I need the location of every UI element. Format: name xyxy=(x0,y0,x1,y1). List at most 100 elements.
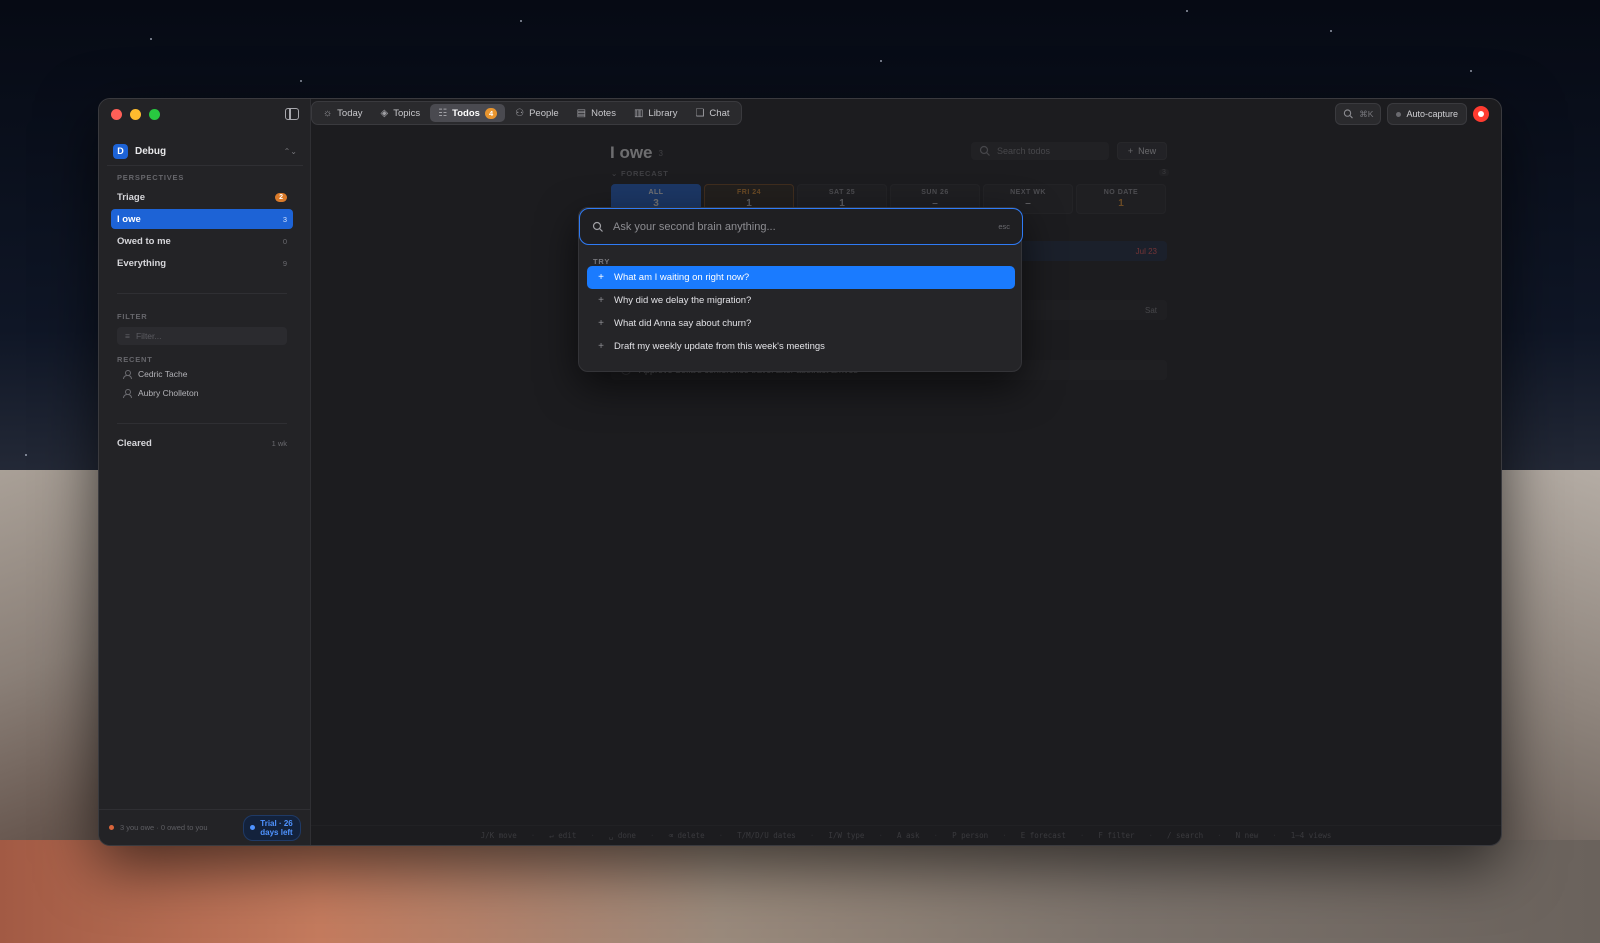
sidebar-item-triage[interactable]: Triage 2 xyxy=(111,187,293,207)
forecast-cell-label: SUN 26 xyxy=(921,189,949,196)
separator: · xyxy=(933,831,939,840)
autocapture-label: Auto-capture xyxy=(1406,109,1458,119)
suggestion-label: What did Anna say about churn? xyxy=(614,318,752,329)
suggestion-label: Why did we delay the migration? xyxy=(614,295,752,306)
library-icon: ▥ xyxy=(633,107,644,119)
sidebar-item-i-owe[interactable]: I owe 3 xyxy=(111,209,293,229)
forecast-toggle[interactable]: ⌄ FORECAST xyxy=(611,169,669,178)
tab-notes[interactable]: ▤ Notes xyxy=(569,104,624,122)
sparkle-icon: + xyxy=(598,318,604,329)
forecast-cell-value: 1 xyxy=(1118,198,1124,209)
recent-item-label: Cedric Tache xyxy=(138,369,188,379)
recent-item-label: Aubry Cholleton xyxy=(138,388,199,398)
shortcut-hint: ⌫ delete xyxy=(668,831,705,840)
shortcut-hint: E forecast xyxy=(1020,831,1066,840)
search-icon xyxy=(592,221,603,232)
top-nav: ☼ Today ◈ Topics ☷ Todos 4 ⚇ People ▤ No… xyxy=(311,101,742,125)
top-right-controls: ⌘K Auto-capture xyxy=(1335,103,1489,125)
shortcut-hint: A ask xyxy=(896,831,920,840)
sidebar-toggle-icon[interactable] xyxy=(285,108,299,120)
forecast-cell-label: NEXT WK xyxy=(1010,189,1046,196)
tab-today[interactable]: ☼ Today xyxy=(315,104,371,122)
minimize-window-button[interactable] xyxy=(130,109,141,120)
suggestion-item[interactable]: + What did Anna say about churn? xyxy=(587,312,1015,335)
layers-icon: ◈ xyxy=(380,107,389,119)
tab-label: Library xyxy=(648,107,678,119)
recent-item[interactable]: Aubry Cholleton xyxy=(123,388,198,398)
todos-count-badge: 4 xyxy=(484,107,498,119)
suggestion-label: What am I waiting on right now? xyxy=(614,272,750,283)
esc-hint[interactable]: esc xyxy=(998,222,1010,231)
new-label: New xyxy=(1138,146,1157,156)
forecast-cell-label: ALL xyxy=(648,189,664,196)
recent-label: RECENT xyxy=(117,355,153,364)
search-todos-input[interactable]: Search todos xyxy=(971,142,1109,160)
shortcut-hint: / search xyxy=(1167,831,1204,840)
page-title-count: 3 xyxy=(658,149,663,159)
cleared-meta: 1 wk xyxy=(271,438,287,448)
separator: · xyxy=(590,831,595,840)
sidebar-item-label: I owe xyxy=(117,213,141,225)
global-search-button[interactable]: ⌘K xyxy=(1335,103,1382,125)
search-shortcut: ⌘K xyxy=(1359,108,1374,119)
shortcut-hint: I/W type xyxy=(828,831,865,840)
zoom-window-button[interactable] xyxy=(149,109,160,120)
suggestion-item[interactable]: + What am I waiting on right now? xyxy=(587,266,1015,289)
notes-icon: ▤ xyxy=(576,107,587,119)
tab-library[interactable]: ▥ Library xyxy=(626,104,686,122)
separator: · xyxy=(1002,831,1007,840)
plus-icon: + xyxy=(1127,146,1134,156)
forecast-no-date[interactable]: NO DATE 1 xyxy=(1076,184,1166,214)
record-button[interactable] xyxy=(1473,106,1489,122)
divider xyxy=(117,293,287,294)
recent-item[interactable]: Cedric Tache xyxy=(123,369,187,379)
tab-topics[interactable]: ◈ Topics xyxy=(373,104,429,122)
separator: · xyxy=(649,831,655,840)
forecast-count: 3 xyxy=(1159,169,1169,176)
page-title-text: I owe xyxy=(610,143,653,162)
sidebar-item-label: Owed to me xyxy=(117,235,171,247)
sidebar-item-cleared[interactable]: Cleared 1 wk xyxy=(111,433,293,453)
chevron-updown-icon: ⌃⌄ xyxy=(283,146,297,156)
autocapture-toggle[interactable]: Auto-capture xyxy=(1387,103,1467,125)
suggestion-item[interactable]: + Why did we delay the migration? xyxy=(587,289,1015,312)
person-icon xyxy=(123,389,132,398)
filter-icon: ≡ xyxy=(125,331,130,341)
todo-date: Sat xyxy=(1144,305,1157,315)
ask-input[interactable] xyxy=(613,220,990,233)
owe-summary: 3 you owe · 0 owed to you xyxy=(120,823,208,832)
shortcut-hint: T/M/D/U dates xyxy=(737,831,796,840)
person-icon xyxy=(123,370,132,379)
filter-label: FILTER xyxy=(117,312,148,321)
sparkle-icon: + xyxy=(598,272,604,283)
shortcut-hint: P person xyxy=(952,831,989,840)
sparkle-icon: + xyxy=(598,295,604,306)
shortcut-hint: 1–4 views xyxy=(1290,831,1332,840)
shortcut-hint: ␣ done xyxy=(608,831,636,840)
workspace-switcher[interactable]: D Debug ⌃⌄ xyxy=(113,139,297,163)
new-todo-button[interactable]: + New xyxy=(1117,142,1167,160)
trial-label: Trial · 26 days left xyxy=(260,818,293,837)
close-window-button[interactable] xyxy=(111,109,122,120)
tab-label: Topics xyxy=(393,107,421,119)
separator: · xyxy=(1217,831,1222,840)
shortcut-bar: J/K move · ↵ edit · ␣ done · ⌫ delete · T/M/D/U … xyxy=(311,825,1501,845)
forecast-cell-label: SAT 25 xyxy=(828,189,856,196)
tab-people[interactable]: ⚇ People xyxy=(507,104,567,122)
separator: · xyxy=(530,831,536,840)
sidebar-item-owed-to-me[interactable]: Owed to me 0 xyxy=(111,231,293,251)
tab-label: Chat xyxy=(709,107,730,119)
tab-todos[interactable]: ☷ Todos 4 xyxy=(430,104,506,122)
trial-badge[interactable]: Trial · 26 days left xyxy=(243,814,301,841)
filter-input[interactable]: ≡ Filter... xyxy=(117,327,287,345)
sidebar-item-everything[interactable]: Everything 9 xyxy=(111,253,293,273)
workspace-avatar: D xyxy=(113,143,128,159)
forecast-cell-label: FRI 24 xyxy=(736,189,761,196)
perspectives-label: PERSPECTIVES xyxy=(117,173,185,182)
tab-chat[interactable]: ❑ Chat xyxy=(687,104,737,122)
forecast-label: FORECAST xyxy=(620,169,669,178)
search-icon xyxy=(979,145,990,156)
page-title: I owe 3 xyxy=(610,143,663,163)
shortcut-hint: J/K move xyxy=(480,831,517,840)
suggestion-item[interactable]: + Draft my weekly update from this week'… xyxy=(587,335,1015,358)
